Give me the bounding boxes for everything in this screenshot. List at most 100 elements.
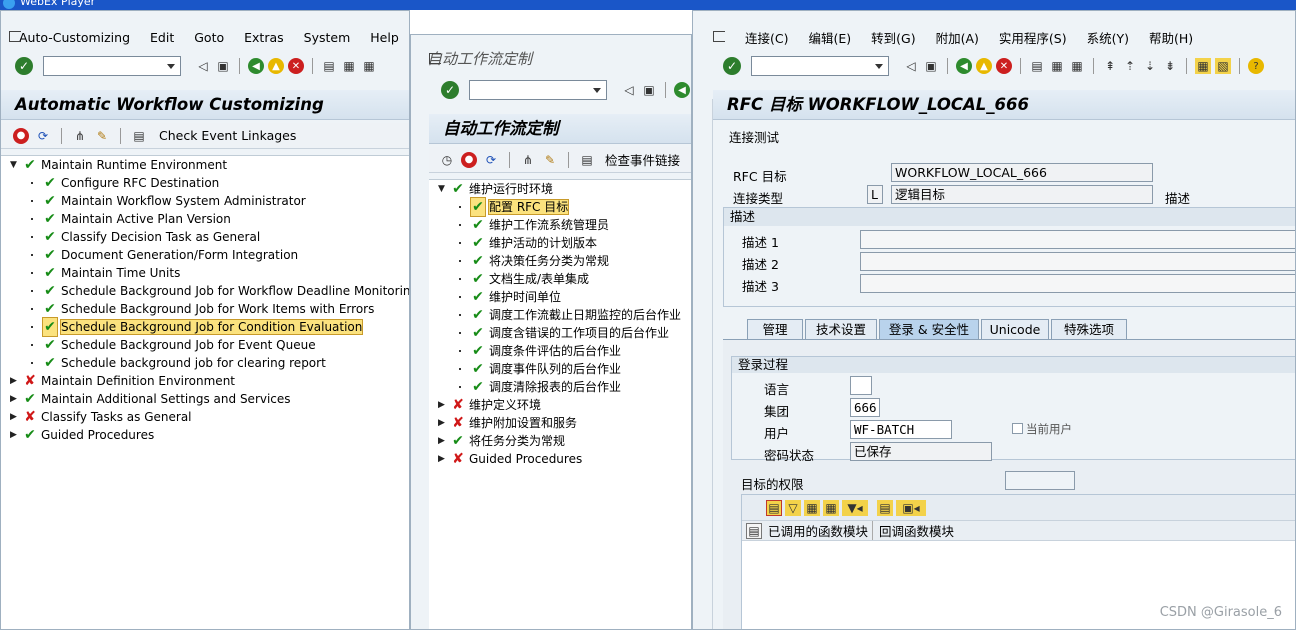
tree-node[interactable]: ▶ ✔ Maintain Additional Settings and Servi…: [1, 390, 409, 408]
shortcut-icon[interactable]: ▧: [1215, 58, 1231, 74]
refresh-icon[interactable]: ⟳: [35, 128, 51, 144]
execute-icon[interactable]: ●: [13, 127, 29, 144]
tree-node-label[interactable]: 将任务分类为常规: [469, 434, 565, 448]
tree-node-label[interactable]: 调度清除报表的后台作业: [489, 380, 621, 394]
language-field[interactable]: [850, 376, 872, 395]
tree-node[interactable]: ✔ Schedule Background Job for Event Queue: [1, 336, 409, 354]
tree-node[interactable]: ▶ ✘ 维护定义环境: [429, 396, 691, 414]
rfc-destination-field[interactable]: WORKFLOW_LOCAL_666: [891, 163, 1153, 182]
collapsed-triangle-icon[interactable]: ▶: [438, 450, 445, 468]
authorization-field[interactable]: [1005, 471, 1075, 490]
cancel-icon[interactable]: ✕: [996, 58, 1012, 74]
tab-technical-settings[interactable]: 技术设置: [805, 319, 877, 339]
tree-node-label[interactable]: 调度含错误的工作项目的后台作业: [489, 326, 669, 340]
tree-node[interactable]: ✔ Schedule Background Job for Condition E…: [1, 317, 409, 337]
description-2-field[interactable]: [860, 252, 1295, 271]
command-field[interactable]: [43, 56, 181, 76]
tree-node-label[interactable]: 维护时间单位: [489, 290, 561, 304]
back-icon[interactable]: ◀: [248, 58, 264, 74]
tree-node[interactable]: ✔ Maintain Workflow System Administrator: [1, 192, 409, 210]
tree-node[interactable]: ✔ Maintain Active Plan Version: [1, 210, 409, 228]
check-event-linkages-button[interactable]: 检查事件链接: [605, 150, 680, 169]
menu-icon[interactable]: [9, 31, 21, 42]
tree-node-label[interactable]: 调度工作流截止日期监控的后台作业: [489, 308, 681, 322]
tree-node-label[interactable]: 维护运行时环境: [469, 182, 553, 196]
pencil-icon[interactable]: ✎: [542, 152, 558, 168]
tree-node[interactable]: ✔ 调度条件评估的后台作业: [429, 342, 691, 360]
tree-node-label[interactable]: 配置 RFC 目标: [487, 199, 570, 215]
tree-node[interactable]: ✔ Schedule background job for clearing re…: [1, 354, 409, 372]
back-triangle-icon[interactable]: ◁: [903, 58, 919, 74]
collapsed-triangle-icon[interactable]: ▶: [438, 432, 445, 450]
tree-node-label[interactable]: Maintain Additional Settings and Service…: [41, 392, 291, 406]
tree-node[interactable]: ▼ ✔ 维护运行时环境: [429, 180, 691, 198]
help-icon[interactable]: ?: [1248, 58, 1264, 74]
back-icon[interactable]: ◀: [956, 58, 972, 74]
tab-management[interactable]: 管理: [747, 319, 803, 339]
last-page-icon[interactable]: ⇟: [1162, 58, 1178, 74]
back-triangle-icon[interactable]: ◁: [195, 58, 211, 74]
first-page-icon[interactable]: ⇞: [1102, 58, 1118, 74]
filter-icon[interactable]: ▽: [785, 499, 801, 516]
tree-node-label[interactable]: Schedule Background Job for Workflow Dea…: [61, 284, 409, 298]
find-icon[interactable]: ▦: [804, 499, 820, 516]
tree-node[interactable]: ✔ 将决策任务分类为常规: [429, 252, 691, 270]
collapsed-triangle-icon[interactable]: ▶: [10, 390, 17, 408]
tree-node[interactable]: ▶ ✘ Classify Tasks as General: [1, 408, 409, 426]
menu-edit[interactable]: 编辑(E): [798, 28, 861, 47]
description-1-field[interactable]: [860, 230, 1295, 249]
enter-icon[interactable]: ✓: [441, 81, 459, 99]
tab-special-options[interactable]: 特殊选项: [1051, 319, 1127, 339]
print-icon[interactable]: ▤: [321, 58, 337, 74]
details-icon[interactable]: ▤: [766, 499, 782, 516]
clock-icon[interactable]: ◷: [439, 152, 455, 168]
tree-node-label[interactable]: Maintain Definition Environment: [41, 374, 235, 388]
tree-node-label[interactable]: 将决策任务分类为常规: [489, 254, 609, 268]
menu-extras[interactable]: 附加(A): [926, 28, 989, 47]
tree-node-label[interactable]: Classify Tasks as General: [41, 410, 192, 424]
refresh-icon[interactable]: ⟳: [483, 152, 499, 168]
command-field[interactable]: [469, 80, 607, 100]
client-field[interactable]: 666: [850, 398, 880, 417]
save-icon[interactable]: ▣: [641, 82, 657, 98]
tree-node-label[interactable]: 维护活动的计划版本: [489, 236, 597, 250]
tree-node-label[interactable]: Classify Decision Task as General: [61, 230, 260, 244]
tree-node-label[interactable]: Maintain Runtime Environment: [41, 158, 227, 172]
user-field[interactable]: WF-BATCH: [850, 420, 952, 439]
tree-node[interactable]: ▶ ✘ 维护附加设置和服务: [429, 414, 691, 432]
tab-unicode[interactable]: Unicode: [981, 319, 1049, 339]
collapsed-triangle-icon[interactable]: ▶: [438, 414, 445, 432]
menu-help[interactable]: Help: [360, 30, 409, 45]
find-icon[interactable]: ▦: [1049, 58, 1065, 74]
next-page-icon[interactable]: ⇣: [1142, 58, 1158, 74]
tree-node-label[interactable]: 维护定义环境: [469, 398, 541, 412]
find-next-icon[interactable]: ▦: [361, 58, 377, 74]
tree-node-label[interactable]: Schedule Background Job for Event Queue: [61, 338, 316, 352]
tree-node[interactable]: ✔ 调度清除报表的后台作业: [429, 378, 691, 396]
tree-node[interactable]: ▶ ✔ Guided Procedures: [1, 426, 409, 444]
tree-node[interactable]: ✔ Document Generation/Form Integration: [1, 246, 409, 264]
prev-page-icon[interactable]: ⇡: [1122, 58, 1138, 74]
tree-node-label[interactable]: Schedule Background Job for Work Items w…: [61, 302, 374, 316]
menu-utilities[interactable]: 实用程序(S): [989, 28, 1077, 47]
command-field[interactable]: [751, 56, 889, 76]
expanded-triangle-icon[interactable]: ▼: [438, 180, 445, 198]
tree-node-label[interactable]: Guided Procedures: [469, 452, 582, 466]
tree-node-label[interactable]: 维护附加设置和服务: [469, 416, 577, 430]
find-next-icon[interactable]: ▦: [1069, 58, 1085, 74]
enter-icon[interactable]: ✓: [15, 57, 33, 75]
tree-node[interactable]: ✔ 调度事件队列的后台作业: [429, 360, 691, 378]
tree-node[interactable]: ✔ 调度工作流截止日期监控的后台作业: [429, 306, 691, 324]
tree-node[interactable]: ✔ 文档生成/表单集成: [429, 270, 691, 288]
back-triangle-icon[interactable]: ◁: [621, 82, 637, 98]
collapsed-triangle-icon[interactable]: ▶: [438, 396, 445, 414]
tree-node-label[interactable]: Schedule Background Job for Condition Ev…: [59, 319, 364, 335]
tab-logon-security[interactable]: 登录 & 安全性: [879, 319, 979, 339]
back-icon[interactable]: ◀: [674, 82, 690, 98]
new-session-icon[interactable]: ▦: [1195, 58, 1211, 74]
menu-extras[interactable]: Extras: [234, 30, 294, 45]
tree-node[interactable]: ✔ Configure RFC Destination: [1, 174, 409, 192]
tree-node-label[interactable]: 调度条件评估的后台作业: [489, 344, 621, 358]
execute-icon[interactable]: ●: [461, 151, 477, 168]
export-icon[interactable]: ▣◂: [896, 499, 926, 516]
